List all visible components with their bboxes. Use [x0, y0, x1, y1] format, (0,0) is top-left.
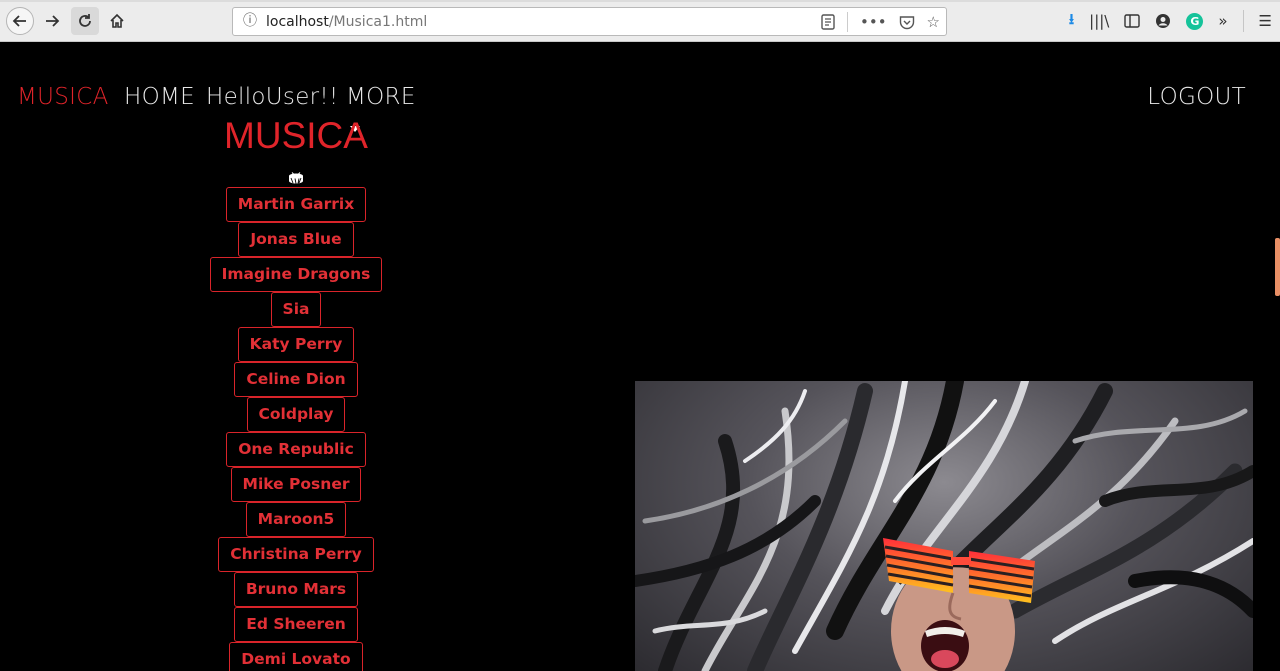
artist-button[interactable]: Coldplay — [246, 397, 346, 432]
nav-user-greeting[interactable]: HelloUser!! — [206, 84, 338, 110]
artist-button[interactable]: Ed Sheeren — [234, 607, 358, 642]
hero-image — [635, 381, 1253, 671]
home-icon — [110, 13, 124, 28]
artist-button[interactable]: Martin Garrix — [225, 187, 367, 222]
url-path: /Musica1.html — [328, 14, 428, 30]
nav-more-dropdown[interactable]: MORE — [346, 84, 416, 110]
drum-icon — [289, 172, 303, 184]
page-content: MUSICA HOME HelloUser!! MORE LOGOUT MUSI… — [0, 42, 1280, 671]
browser-toolbar: ⓘ localhost/Musica1.html ••• ☆ ⭳ |||\ G … — [0, 0, 1280, 42]
scrollbar-thumb[interactable] — [1275, 238, 1280, 296]
home-button[interactable] — [103, 7, 131, 35]
artist-button[interactable]: Mike Posner — [230, 467, 362, 502]
library-icon[interactable]: |||\ — [1089, 12, 1109, 30]
menu-icon[interactable]: ☰ — [1259, 12, 1272, 30]
rocker-photo — [635, 381, 1253, 671]
toolbar-separator — [1242, 10, 1244, 32]
bookmark-star-icon[interactable]: ☆ — [927, 13, 940, 31]
reader-view-icon[interactable] — [821, 14, 835, 30]
sidebar-icon[interactable] — [1124, 14, 1141, 28]
artist-button[interactable]: One Republic — [226, 432, 366, 467]
url-text[interactable]: localhost/Musica1.html — [266, 14, 427, 30]
url-actions: ••• ☆ — [821, 11, 940, 33]
artist-button[interactable]: Bruno Mars — [233, 572, 359, 607]
artist-button[interactable]: Maroon5 — [245, 502, 347, 537]
artist-sidebar: MUSICA Martin Garrix Jonas Blue Imagine Dr… — [200, 114, 392, 671]
site-title: MUSICA — [224, 115, 368, 156]
page-scrollbar[interactable] — [1272, 42, 1280, 671]
back-button[interactable] — [6, 7, 34, 35]
download-icon[interactable]: ⭳ — [1069, 9, 1074, 34]
more-actions-icon[interactable]: ••• — [860, 13, 887, 31]
grammarly-icon[interactable]: G — [1186, 12, 1204, 30]
tab-strip-edge — [0, 0, 1280, 2]
forward-button[interactable] — [38, 7, 66, 35]
url-separator — [847, 12, 848, 32]
nav-logout[interactable]: LOGOUT — [1147, 84, 1246, 110]
browser-tools: ⭳ |||\ G » ☰ — [1069, 8, 1272, 34]
artist-button[interactable]: Imagine Dragons — [209, 257, 383, 292]
pocket-icon[interactable] — [899, 15, 915, 30]
reload-icon — [79, 14, 91, 27]
overflow-icon[interactable]: » — [1218, 12, 1227, 30]
top-nav: MUSICA HOME HelloUser!! MORE LOGOUT — [0, 84, 1270, 116]
address-bar[interactable]: ⓘ localhost/Musica1.html ••• ☆ — [232, 7, 947, 36]
artist-button[interactable]: Jonas Blue — [238, 222, 354, 257]
artist-list: Martin Garrix Jonas Blue Imagine Dragons Si… — [200, 187, 392, 671]
info-icon[interactable]: ⓘ — [242, 13, 258, 29]
back-icon — [12, 15, 26, 27]
artist-button[interactable]: Demi Lovato — [229, 642, 363, 671]
nav-brand[interactable]: MUSICA — [17, 84, 109, 110]
forward-icon — [46, 15, 60, 27]
reload-button[interactable] — [71, 7, 99, 35]
account-icon[interactable] — [1155, 13, 1171, 29]
artist-button[interactable]: Celine Dion — [234, 362, 358, 397]
nav-home[interactable]: HOME — [124, 84, 195, 110]
artist-button[interactable]: Katy Perry — [237, 327, 355, 362]
url-host: localhost — [266, 14, 329, 30]
artist-button[interactable]: Christina Perry — [218, 537, 374, 572]
artist-button[interactable]: Sia — [270, 292, 322, 327]
